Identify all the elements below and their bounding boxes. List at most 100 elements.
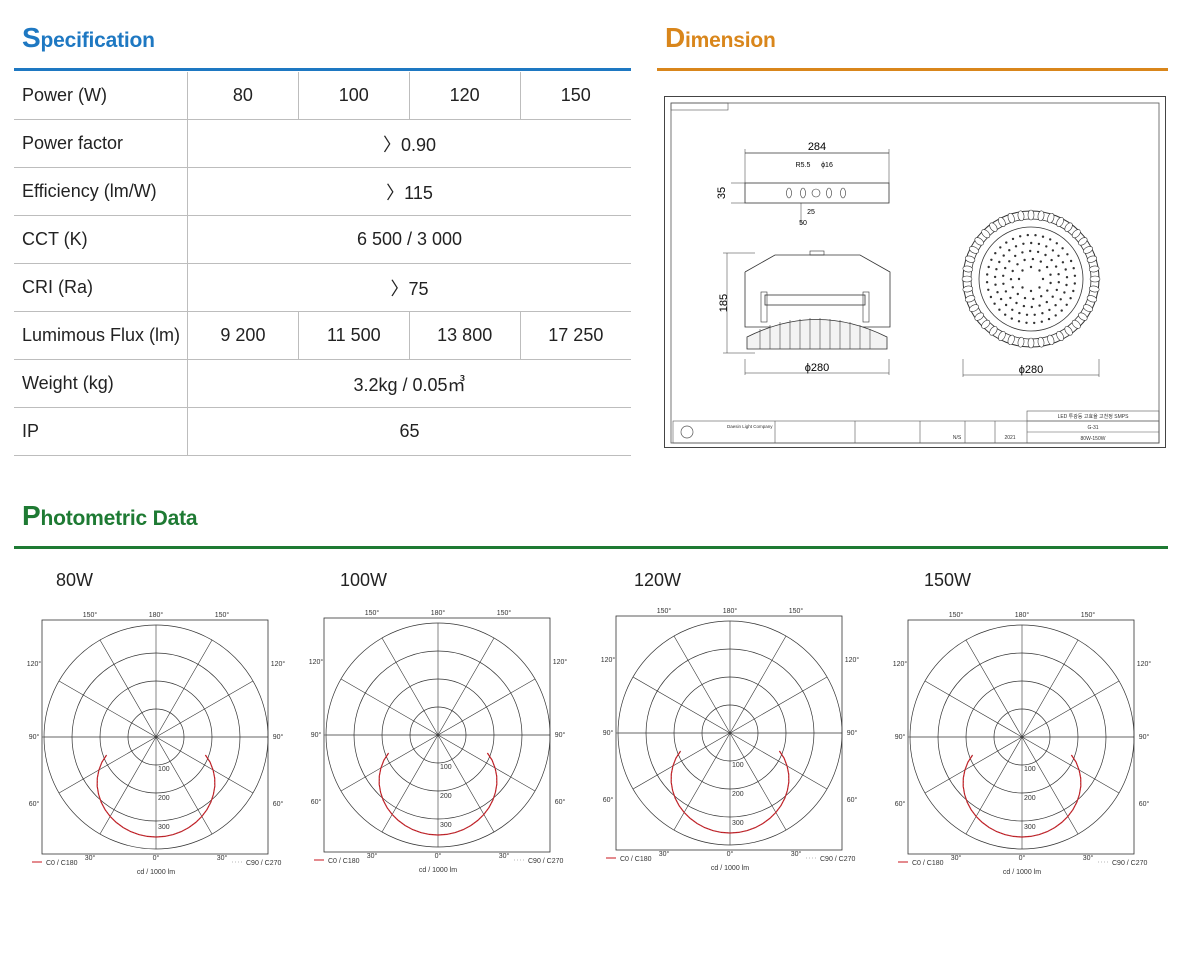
polar-spoke [1021,680,1120,738]
polar-angle-label: 150° [83,611,98,619]
title-block-scale: N/S [953,435,962,441]
spec-value: 150 [520,72,631,120]
polar-angle-label: 150° [215,611,230,619]
polar-angle-label: 90° [311,731,322,739]
polar-spoke [99,639,157,738]
polar-angle-label: 150° [949,611,964,619]
polar-angle-label: 30° [367,852,378,860]
polar-spoke [437,678,536,736]
polar-spoke [437,637,495,736]
title-block-code: G-31 [1087,425,1098,431]
polar-radial-label: 300 [732,820,744,827]
polar-radial-label: 200 [732,791,744,798]
polar-spoke [673,732,731,831]
polar-angle-label: 30° [951,854,962,862]
spec-row: Power (W) 80 100 120 150 [14,72,631,120]
spec-value: 100 [298,72,410,120]
dimension-heading-rest: imension [685,29,776,52]
polar-spoke [632,732,731,790]
polar-angle-label: 60° [895,800,906,808]
polar-chart: 180° 150° 150° 120° 120° 90° 90° 60° 60° 30° 30° 0°… [309,609,568,874]
unit-label: cd / 1000 lm [137,869,175,876]
polar-angle-label: 90° [273,733,284,741]
side-bracket-view: 284 R5.5 ϕ16 35 25 50 [716,141,890,227]
polar-angle-label: 30° [791,850,802,858]
polar-angle-label: 60° [311,798,322,806]
polar-angle-label: 180° [431,609,446,617]
unit-label: cd / 1000 lm [711,865,749,872]
polar-chart: 180° 150° 150° 120° 120° 90° 90° 60° 60° 30° 30° 0°… [601,607,860,872]
spec-row: Efficiency (lm/W) 〉115 [14,167,631,216]
polar-spoke [729,732,787,831]
spec-value: 〉115 [187,167,631,216]
polar-spoke [924,680,1023,738]
spec-label: Power (W) [14,72,188,120]
polar-radial-label: 200 [440,793,452,800]
polar-radial-label: 100 [732,762,744,769]
spec-row: IP 65 [14,407,631,456]
spec-heading-initial: S [22,22,41,53]
polar-radial-label: 200 [158,795,170,802]
dim-offset2-label: 50 [799,220,807,227]
polar-angle-label: 150° [657,607,672,615]
polar-radial-label: 300 [440,822,452,829]
photometric-heading: Photometric Data [22,500,198,532]
spec-value: 3.2kg / 0.05㎥ [187,359,631,408]
spec-row: Weight (kg) 3.2kg / 0.05㎥ [14,359,631,408]
title-block-company: Daesin Light Company [727,424,773,429]
dim-side-diameter-label: ϕ280 [805,362,830,374]
spec-value: 80 [187,72,299,120]
unit-label: cd / 1000 lm [419,867,457,874]
lamp-top-view: ϕ280 [961,209,1101,377]
spec-label: Power factor [14,119,188,168]
dim-top-diameter-label: ϕ280 [1019,364,1044,376]
polar-angle-label: 90° [555,731,566,739]
polar-angle-label: 90° [847,729,858,737]
polar-angle-label: 120° [27,660,42,668]
dimension-drawing: 284 R5.5 ϕ16 35 25 50 185 ϕ280 ϕ280 Daes… [664,96,1166,448]
polar-angle-label: 120° [553,658,568,666]
polar-spoke [632,676,731,734]
polar-spoke [58,680,157,738]
dimension-drawing-svg: 284 R5.5 ϕ16 35 25 50 185 ϕ280 ϕ280 Daes… [670,102,1160,444]
polar-angle-label: 120° [845,656,860,664]
polar-angle-label: 150° [497,609,512,617]
chart-title: 120W [634,570,682,590]
dim-offset1-label: 25 [807,209,815,216]
polar-spoke [437,734,495,833]
dim-width-label: 284 [808,141,826,153]
polar-spoke [58,736,157,794]
dim-hole-label: ϕ16 [821,162,833,169]
polar-angle-label: 120° [309,658,324,666]
spec-value: 11 500 [298,311,410,360]
polar-angle-label: 90° [1139,733,1150,741]
dim-small-height-label: 35 [716,187,728,199]
photometric-heading-rest: hotometric Data [40,507,198,530]
polar-spoke [381,637,439,736]
polar-spoke [99,736,157,835]
spec-label: Efficiency (lm/W) [14,167,188,216]
polar-angle-label: 120° [893,660,908,668]
lamp-side-view: 185 ϕ280 [718,250,891,375]
polar-spoke [155,639,213,738]
polar-angle-label: 0° [435,852,442,860]
spec-heading: Specification [22,22,155,54]
legend-c0: C0 / C180 [620,856,652,863]
polar-angle-label: 30° [85,854,96,862]
dimension-rule [657,68,1168,71]
polar-spoke [155,736,213,835]
dim-radius-label: R5.5 [796,162,811,169]
polar-spoke [1021,736,1120,794]
polar-spoke [729,635,787,734]
polar-angle-label: 30° [217,854,228,862]
polar-spoke [729,732,828,790]
polar-angle-label: 0° [727,850,734,858]
spec-row: CCT (K) 6 500 / 3 000 [14,215,631,264]
photometric-heading-initial: P [22,500,41,531]
polar-angle-label: 150° [365,609,380,617]
polar-angle-label: 30° [659,850,670,858]
spec-value: 65 [187,407,631,456]
polar-chart: 180° 150° 150° 120° 120° 90° 90° 60° 60° 30° 30° 0°… [893,611,1152,876]
polar-angle-label: 30° [499,852,510,860]
polar-angle-label: 60° [1139,800,1150,808]
